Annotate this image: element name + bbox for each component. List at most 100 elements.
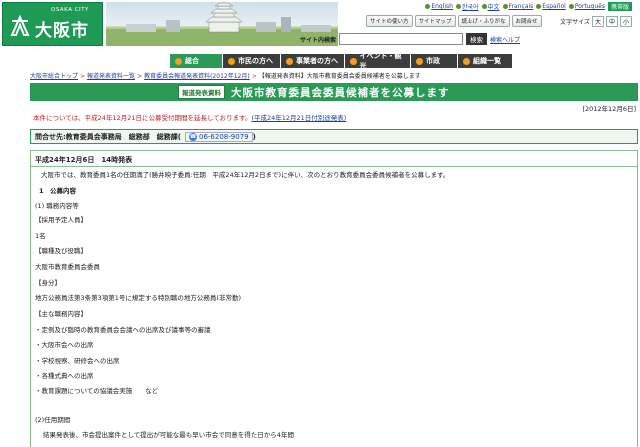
lang-link[interactable]: English xyxy=(431,3,453,10)
arrow-icon xyxy=(416,57,423,65)
language-bar: English 한국어 中文 Français Español Portuguê… xyxy=(425,2,632,11)
contact-close: ) xyxy=(252,132,256,141)
nav-tab-business[interactable]: 事業者の方へ xyxy=(281,54,344,68)
breadcrumb-link[interactable]: 教育委員会報道発表資料(2012年12月) xyxy=(144,73,250,80)
bullet-icon xyxy=(568,4,574,9)
nav-tab-label: 市民の方へ xyxy=(238,57,273,65)
logo-name: 大阪市 xyxy=(35,21,89,41)
logo-subtitle: OSAKA CITY xyxy=(51,7,89,13)
body-line: ・教育課題についての協議会実施 など xyxy=(35,387,159,395)
page-title-bar: 報道発表資料 大阪市教育委員会委員候補者を公募します xyxy=(30,83,638,101)
lang-link[interactable]: Español xyxy=(542,3,566,10)
text-size-control: 文字サイズ 大 中 小 xyxy=(560,16,632,27)
breadcrumb-separator-icon: > xyxy=(251,73,257,80)
sitemap-button[interactable]: サイトマップ xyxy=(414,15,456,27)
bullet-icon xyxy=(425,4,431,9)
breadcrumb-link[interactable]: 報道発表資料一覧 xyxy=(87,73,135,80)
nav-tab-events[interactable]: イベント・観光 xyxy=(345,52,410,70)
lang-item[interactable]: Português xyxy=(568,3,605,10)
breadcrumb-separator-icon: > xyxy=(80,73,86,80)
bullet-icon xyxy=(455,4,461,9)
contact-button[interactable]: お問合せ xyxy=(511,15,542,27)
press-release-badge: 報道発表資料 xyxy=(178,85,225,99)
phone-icon: ☎ xyxy=(189,132,197,141)
lang-link[interactable]: 中文 xyxy=(488,2,500,11)
body-line: ・各種式典への出席 xyxy=(35,372,94,380)
nav-tab-general[interactable]: 総合 xyxy=(170,54,222,68)
article-body: 平成24年12月6日 14時発表 大阪市では、教育委員1名の任期満了(勝井映子委… xyxy=(30,150,638,447)
search-help-link[interactable]: 検索ヘルプ xyxy=(490,35,520,44)
site-header: OSAKA CITY 大阪市 English 한국어 中文 Français E… xyxy=(0,0,640,50)
lang-item[interactable]: English xyxy=(425,3,453,10)
breadcrumb-separator-icon: > xyxy=(137,73,143,80)
arrow-icon xyxy=(463,57,470,65)
lang-item[interactable]: 한국어 xyxy=(455,2,479,11)
global-nav: 総合 市民の方へ 事業者の方へ イベント・観光 市政 組織一覧 xyxy=(170,52,512,70)
body-line: 地方公務員法第3条第3項第1号に規定する特別職の地方公務員(非常勤) xyxy=(35,294,241,302)
announcement-heading: 平成24年12月6日 14時発表 xyxy=(35,156,133,164)
arrow-icon xyxy=(350,57,357,65)
nav-tab-label: 市政 xyxy=(426,57,440,65)
contact-label: 問合せ先:教育委員会事務局 総務部 総務課( xyxy=(35,132,181,141)
body-line: 【採用予定人員】 xyxy=(35,216,87,224)
nav-tab-label: 総合 xyxy=(185,57,199,65)
divider xyxy=(31,166,637,167)
lang-item[interactable]: Français xyxy=(502,3,534,10)
page-title: 大阪市教育委員会委員候補者を公募します xyxy=(231,86,450,99)
text-size-label: 文字サイズ xyxy=(560,19,590,26)
utility-toolbar: サイトの使い方 サイトマップ 読上げ・ふりがな お問合せ xyxy=(366,15,542,27)
body-line: 【職種及び役職】 xyxy=(35,247,87,255)
lang-link[interactable]: Português xyxy=(575,3,605,10)
lang-link[interactable]: Français xyxy=(509,3,534,10)
body-line: 大阪市では、教育委員1名の任期満了(勝井映子委員:任期 平成24年12月2日まで… xyxy=(41,171,450,179)
arrow-icon xyxy=(175,57,182,65)
nav-tab-label: 組織一覧 xyxy=(473,57,501,65)
nav-tab-citizens[interactable]: 市民の方へ xyxy=(223,54,280,68)
breadcrumb-link[interactable]: 大阪市総合トップ xyxy=(30,73,78,80)
body-line: ・定例及び臨時の教育委員会会議への出席及び議事等の審議 xyxy=(35,326,211,334)
breadcrumb: 大阪市総合トップ > 報道発表資料一覧 > 教育委員会報道発表資料(2012年12月) >… xyxy=(30,71,421,80)
text-size-small-button[interactable]: 小 xyxy=(619,16,632,27)
lang-item[interactable]: 中文 xyxy=(481,2,500,11)
notice-text: 本件については、平成24年12月21日に公募受付期間を延長しております。 xyxy=(33,114,252,122)
mobile-version-link[interactable]: 携帯版 xyxy=(607,2,632,11)
osaka-city-logo[interactable]: OSAKA CITY 大阪市 xyxy=(2,2,103,46)
nav-tab-organizations[interactable]: 組織一覧 xyxy=(458,54,512,68)
body-line: 【身分】 xyxy=(35,279,61,287)
section-heading: 1 公募内容 xyxy=(39,187,77,195)
site-guide-button[interactable]: サイトの使い方 xyxy=(366,15,413,27)
nav-tab-label: イベント・観光 xyxy=(359,52,402,70)
search-input[interactable] xyxy=(339,33,464,45)
lang-item[interactable]: Español xyxy=(536,3,566,10)
body-line: ・学校視察、研修会への出席 xyxy=(35,357,120,365)
body-line: 【主な職務内容】 xyxy=(35,310,87,318)
text-size-large-button[interactable]: 大 xyxy=(591,16,604,27)
arrow-icon xyxy=(286,57,293,65)
read-aloud-button[interactable]: 読上げ・ふりがな xyxy=(457,15,510,27)
nav-tab-city-government[interactable]: 市政 xyxy=(411,54,457,68)
bullet-icon xyxy=(536,4,542,9)
body-line: 1名 xyxy=(35,232,46,240)
city-emblem-icon xyxy=(10,15,30,36)
extension-notice: 本件については、平成24年12月21日に公募受付期間を延長しております。(平成2… xyxy=(33,112,346,122)
search-button[interactable]: 検索 xyxy=(466,33,488,45)
site-search: サイト内検索 検索 検索ヘルプ xyxy=(300,33,520,45)
contact-box: 問合せ先:教育委員会事務局 総務部 総務課( ☎ 06-6208-9079 ) xyxy=(30,129,638,144)
text-size-medium-button[interactable]: 中 xyxy=(605,16,618,27)
body-line: (2)任用期間 xyxy=(35,416,71,424)
body-line: (1) 職務内容等 xyxy=(35,202,79,210)
search-label: サイト内検索 xyxy=(300,36,337,44)
bullet-icon xyxy=(502,4,508,9)
lang-link[interactable]: 한국어 xyxy=(462,2,479,11)
body-line: 結果発表後、市会提出案件として提出が可能な最も早い市会で同意を得た日から4年間 xyxy=(43,431,294,439)
body-line: 大阪市教育委員会委員 xyxy=(35,263,100,271)
breadcrumb-current: 【報道発表資料】大阪市教育委員会委員候補者を公募します xyxy=(258,73,421,80)
notice-link[interactable]: (平成24年12月21日付別途発表) xyxy=(251,114,346,122)
nav-tab-label: 事業者の方へ xyxy=(296,57,338,65)
phone-link[interactable]: ☎ 06-6208-9079 xyxy=(185,131,253,142)
phone-number: 06-6208-9079 xyxy=(199,132,249,141)
publish-date: [2012年12月6日] xyxy=(582,105,636,113)
body-line: ・大阪市会への出席 xyxy=(35,341,94,349)
bullet-icon xyxy=(481,4,487,9)
arrow-icon xyxy=(228,57,235,65)
